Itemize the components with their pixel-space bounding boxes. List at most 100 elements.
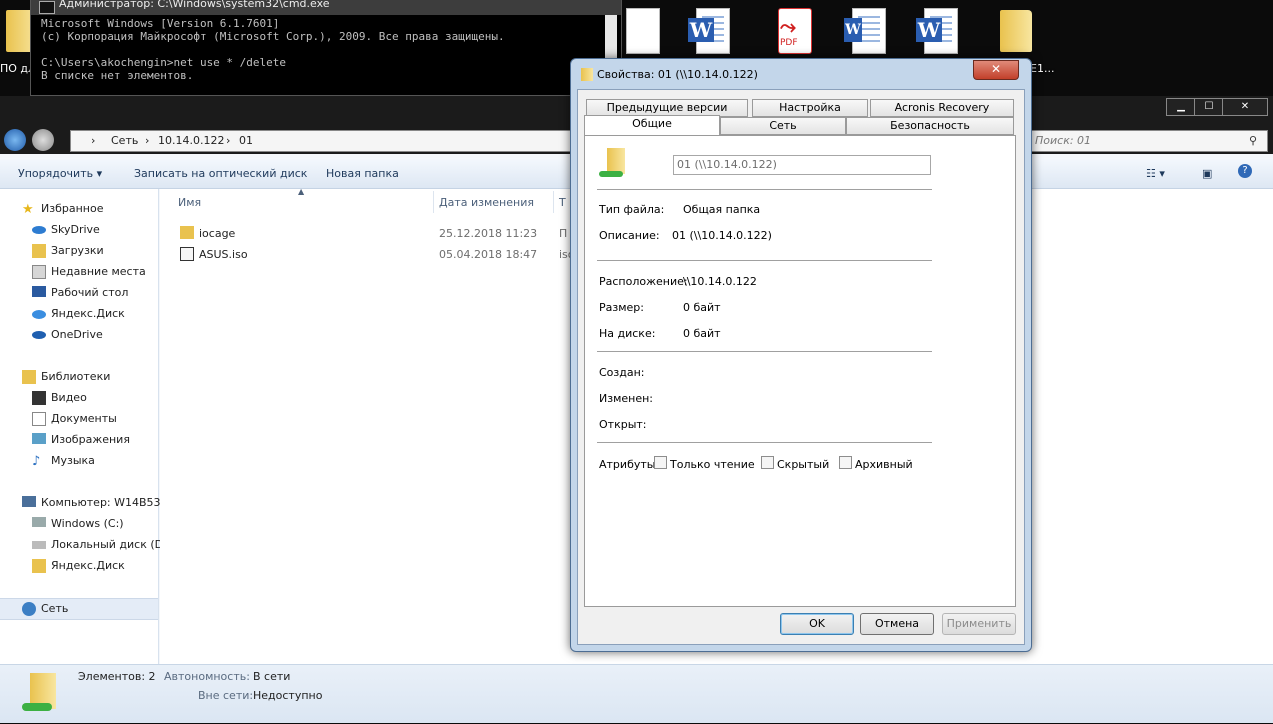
sidebar-item-drive-c[interactable]: Windows (C:) [0, 514, 158, 534]
desktop-word-icon-2[interactable]: W [844, 4, 890, 56]
file-type-label: Тип файла: [599, 203, 665, 216]
cmd-window[interactable]: Администратор: C:\Windows\system32\cmd.e… [30, 0, 622, 96]
cmd-output[interactable]: Microsoft Windows [Version 6.1.7601] (c)… [31, 15, 621, 84]
network-folder-icon [22, 671, 62, 715]
tab-general[interactable]: Общие [584, 115, 720, 135]
availability-label: Вне сети: [198, 689, 254, 702]
tab-network[interactable]: Сеть [720, 117, 846, 135]
details-pane: Элементов: 2 Автономность: В сети Вне се… [0, 664, 1273, 723]
modified-label: Изменен: [599, 392, 654, 405]
desktop-word-icon[interactable]: W [688, 4, 734, 56]
images-icon [32, 433, 46, 444]
sidebar-item-skydrive[interactable]: SkyDrive [0, 220, 158, 240]
help-icon[interactable]: ? [1238, 164, 1252, 178]
desktop-icon [32, 286, 46, 297]
sidebar-item-documents[interactable]: Документы [0, 409, 158, 429]
cloud-icon [32, 226, 46, 234]
hidden-label: Скрытый [777, 458, 830, 471]
readonly-checkbox[interactable] [654, 456, 667, 469]
sidebar-item-images[interactable]: Изображения [0, 430, 158, 450]
sidebar-item-onedrive[interactable]: OneDrive [0, 325, 158, 345]
separator-3 [597, 351, 932, 352]
close-button[interactable]: ✕ [1222, 98, 1268, 116]
table-row[interactable]: iocage 25.12.2018 11:23 П [160, 223, 567, 243]
on-disk-label: На диске: [599, 327, 656, 340]
apply-button[interactable]: Применить [942, 613, 1016, 635]
opened-label: Открыт: [599, 418, 647, 431]
maximize-button[interactable]: ☐ [1194, 98, 1224, 116]
description-label: Описание: [599, 229, 660, 242]
breadcrumb-sep-icon: › [91, 134, 96, 147]
documents-icon [32, 412, 46, 426]
sidebar-item-yandex-2[interactable]: Яндекс.Диск [0, 556, 158, 576]
search-input[interactable]: Поиск: 01 ⚲ [1030, 130, 1268, 152]
separator-2 [597, 260, 932, 261]
breadcrumb-host[interactable]: 10.14.0.122 [158, 134, 224, 147]
forward-arrow-icon[interactable] [32, 129, 54, 151]
sidebar-item-recent[interactable]: Недавние места [0, 262, 158, 282]
tab-customize[interactable]: Настройка [752, 99, 868, 117]
desktop-word-icon-3[interactable]: W [916, 4, 962, 56]
music-icon: ♪ [32, 454, 41, 469]
recent-places-icon [32, 265, 46, 279]
yandex-disk-icon [32, 310, 46, 319]
size-label: Размер: [599, 301, 644, 314]
sidebar-favorites[interactable]: ★ Избранное [0, 199, 158, 219]
navigation-pane: ★ Избранное SkyDrive Загрузки Недавние ме… [0, 189, 168, 664]
network-folder-icon [599, 148, 631, 180]
desktop-folder-icon-2[interactable] [994, 4, 1040, 56]
desktop-document-icon[interactable] [618, 4, 664, 56]
availability-value: Недоступно [253, 689, 323, 702]
libraries-icon [22, 370, 36, 384]
sidebar-item-yandex[interactable]: Яндекс.Диск [0, 304, 158, 324]
view-options-icon[interactable]: ☷ ▾ [1146, 167, 1165, 180]
shared-folder-icon [581, 68, 593, 81]
sidebar-item-drive-d[interactable]: Локальный диск (D: [0, 535, 167, 555]
address-bar[interactable]: › Сеть › 10.14.0.122 › 01 [70, 130, 577, 152]
minimize-button[interactable]: ▁ [1166, 98, 1196, 116]
file-type-value: Общая папка [683, 203, 761, 216]
sidebar-item-downloads[interactable]: Загрузки [0, 241, 158, 261]
column-divider[interactable] [433, 191, 434, 213]
organize-button[interactable]: Упорядочить ▾ [18, 167, 102, 180]
offline-label: Автономность: [164, 670, 250, 683]
archive-label: Архивный [855, 458, 913, 471]
new-folder-button[interactable]: Новая папка [326, 167, 399, 180]
hidden-checkbox[interactable] [761, 456, 774, 469]
sidebar-libraries[interactable]: Библиотеки [0, 367, 158, 387]
dialog-body: Предыдущие версии Настройка Acronis Reco… [577, 89, 1025, 645]
breadcrumb-share[interactable]: 01 [239, 134, 253, 147]
sidebar-network[interactable]: Сеть [0, 598, 158, 620]
sidebar-item-desktop[interactable]: Рабочий стол [0, 283, 158, 303]
breadcrumb-network[interactable]: Сеть [111, 134, 138, 147]
column-name[interactable]: Имя [178, 196, 201, 209]
breadcrumb-sep-icon-3: › [226, 134, 231, 147]
description-value: 01 (\\10.14.0.122) [672, 229, 772, 242]
preview-pane-icon[interactable]: ▣ [1202, 167, 1212, 180]
breadcrumb-sep-icon-2: › [145, 134, 150, 147]
tab-security[interactable]: Безопасность [846, 117, 1014, 135]
ok-button[interactable]: OK [780, 613, 854, 635]
computer-icon [22, 496, 36, 507]
general-panel: 01 (\\10.14.0.122) Тип файла: Общая папк… [584, 135, 1016, 607]
desktop-pdf-icon[interactable]: ⤳ PDF [770, 4, 816, 56]
cancel-button[interactable]: Отмена [860, 613, 934, 635]
column-type[interactable]: Т [559, 196, 566, 209]
dialog-close-button[interactable]: ✕ [973, 60, 1019, 80]
sidebar-item-music[interactable]: ♪ Музыка [0, 451, 158, 471]
archive-checkbox[interactable] [839, 456, 852, 469]
sidebar-computer[interactable]: Компьютер: W14B53C [0, 493, 168, 513]
column-date[interactable]: Дата изменения [439, 196, 534, 209]
back-arrow-icon[interactable] [4, 129, 26, 151]
folder-name-field[interactable]: 01 (\\10.14.0.122) [673, 155, 931, 175]
onedrive-icon [32, 331, 46, 339]
column-divider-2[interactable] [553, 191, 554, 213]
tab-acronis[interactable]: Acronis Recovery [870, 99, 1014, 117]
table-row[interactable]: ASUS.iso 05.04.2018 18:47 iso [160, 244, 575, 264]
separator [597, 189, 932, 190]
location-value: \\10.14.0.122 [683, 275, 757, 288]
sidebar-item-video[interactable]: Видео [0, 388, 158, 408]
burn-button[interactable]: Записать на оптический диск [134, 167, 307, 180]
on-disk-value: 0 байт [683, 327, 721, 340]
iso-file-icon [180, 247, 194, 261]
